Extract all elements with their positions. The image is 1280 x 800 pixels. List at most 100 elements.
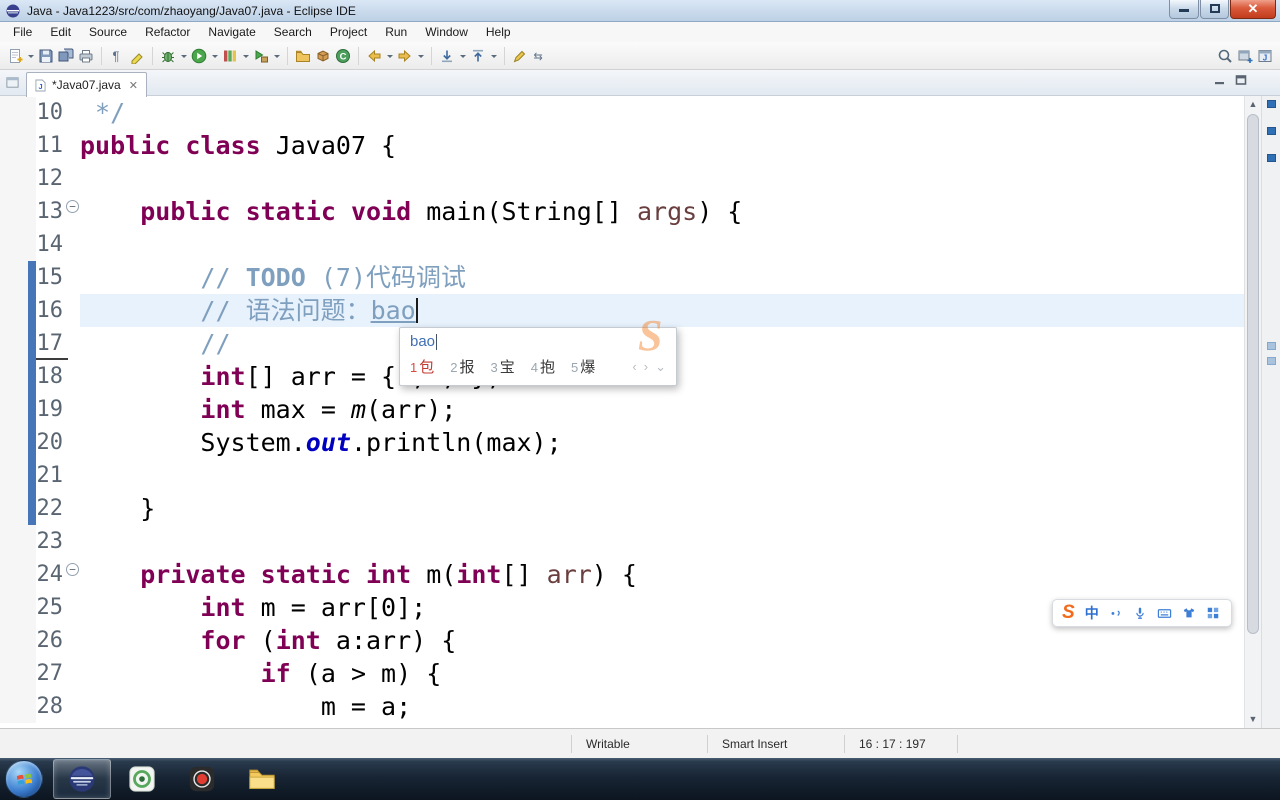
annotation-ruler-cell[interactable] [0, 228, 28, 261]
code-line[interactable] [80, 228, 1280, 261]
line-number[interactable]: 21 [36, 459, 68, 492]
view-minimize-icon[interactable] [1214, 74, 1226, 86]
run-icon[interactable] [190, 47, 208, 65]
save-all-icon[interactable] [57, 47, 75, 65]
menu-window[interactable]: Window [416, 23, 477, 41]
link-with-editor-icon[interactable]: ⇆ [531, 47, 549, 65]
annotation-ruler-cell[interactable] [0, 327, 28, 360]
code-line[interactable] [80, 459, 1280, 492]
taskbar-app-screen-tool[interactable] [113, 759, 171, 799]
annotation-ruler-cell[interactable] [0, 261, 28, 294]
line-number[interactable]: 23 [36, 525, 68, 558]
menu-navigate[interactable]: Navigate [199, 23, 264, 41]
scrollbar-thumb[interactable] [1247, 114, 1259, 634]
menu-search[interactable]: Search [265, 23, 321, 41]
annotation-ruler-cell[interactable] [0, 294, 28, 327]
scroll-down-icon[interactable]: ▼ [1245, 711, 1261, 728]
taskbar-app-explorer[interactable] [233, 759, 291, 799]
vertical-scrollbar[interactable]: ▲ ▼ [1244, 96, 1261, 728]
ime-candidate-1[interactable]: 1包 [410, 356, 434, 377]
annotation-marker[interactable] [1267, 127, 1276, 135]
line-number[interactable]: 25 [36, 591, 68, 624]
code-line[interactable]: m = a; [80, 690, 1280, 723]
ime-next-page-icon[interactable]: › [644, 359, 648, 374]
tab-close-icon[interactable]: ✕ [129, 79, 138, 92]
code-line[interactable] [80, 525, 1280, 558]
code-line[interactable]: public class Java07 { [80, 129, 1280, 162]
line-number[interactable]: 28 [36, 690, 68, 723]
dropdown-arrow-icon[interactable] [26, 47, 35, 65]
new-class-icon[interactable]: C [334, 47, 352, 65]
next-annotation-icon[interactable] [438, 47, 456, 65]
dropdown-arrow-icon[interactable] [179, 47, 188, 65]
java-perspective-icon[interactable]: J [1256, 47, 1274, 65]
code-line[interactable]: // TODO (7)代码调试 [80, 261, 1280, 294]
dropdown-arrow-icon[interactable] [489, 47, 498, 65]
close-button[interactable]: ✕ [1230, 0, 1276, 19]
ime-candidate-5[interactable]: 5爆 [571, 356, 595, 377]
sogou-toolbox-icon[interactable] [1206, 606, 1220, 621]
code-line[interactable]: } [80, 492, 1280, 525]
last-edit-location-icon[interactable] [511, 47, 529, 65]
new-package-icon[interactable] [314, 47, 332, 65]
minimize-button[interactable] [1169, 0, 1199, 19]
menu-source[interactable]: Source [80, 23, 136, 41]
mark-occurrences-icon[interactable] [128, 47, 146, 65]
external-tools-icon[interactable] [252, 47, 270, 65]
annotation-ruler-cell[interactable] [0, 96, 28, 129]
code-line[interactable]: for (int a:arr) { [80, 624, 1280, 657]
line-number[interactable]: 26 [36, 624, 68, 657]
annotation-ruler-cell[interactable] [0, 591, 28, 624]
line-number[interactable]: 15 [36, 261, 68, 294]
scroll-up-icon[interactable]: ▲ [1245, 96, 1261, 113]
tab-java07[interactable]: J *Java07.java ✕ [26, 72, 147, 97]
forward-icon[interactable] [396, 47, 414, 65]
code-editor[interactable]: 10 */11 public class Java07 {12 13− public… [0, 96, 1280, 728]
line-number[interactable]: 24 [36, 558, 68, 591]
new-java-project-icon[interactable] [294, 47, 312, 65]
annotation-ruler-cell[interactable] [0, 129, 28, 162]
chinese-mode-indicator[interactable]: 中 [1085, 603, 1099, 623]
annotation-ruler-cell[interactable] [0, 690, 28, 723]
code-line[interactable]: System.out.println(max); [80, 426, 1280, 459]
back-icon[interactable] [365, 47, 383, 65]
dropdown-arrow-icon[interactable] [416, 47, 425, 65]
sogou-skin-icon[interactable] [1182, 606, 1196, 621]
maximize-button[interactable] [1200, 0, 1229, 19]
sogou-keyboard-icon[interactable] [1157, 606, 1172, 621]
annotation-ruler-cell[interactable] [0, 360, 28, 393]
code-line[interactable]: */ [80, 96, 1280, 129]
search-icon[interactable] [1216, 47, 1234, 65]
dropdown-arrow-icon[interactable] [458, 47, 467, 65]
open-perspective-icon[interactable] [1236, 47, 1254, 65]
annotation-ruler-cell[interactable] [0, 162, 28, 195]
menu-project[interactable]: Project [321, 23, 376, 41]
taskbar-app-eclipse[interactable] [53, 759, 111, 799]
annotation-marker[interactable] [1267, 342, 1276, 350]
ime-prev-page-icon[interactable]: ‹ [632, 359, 636, 374]
line-number[interactable]: 20 [36, 426, 68, 459]
menu-refactor[interactable]: Refactor [136, 23, 199, 41]
annotation-ruler-cell[interactable] [0, 558, 28, 591]
menu-help[interactable]: Help [477, 23, 520, 41]
sogou-punctuation-icon[interactable] [1109, 606, 1123, 621]
annotation-ruler-cell[interactable] [0, 195, 28, 228]
annotation-marker[interactable] [1267, 357, 1276, 365]
annotation-ruler-cell[interactable] [0, 525, 28, 558]
start-button[interactable] [5, 760, 43, 798]
annotation-ruler-cell[interactable] [0, 393, 28, 426]
annotation-marker[interactable] [1267, 100, 1276, 108]
annotation-ruler-cell[interactable] [0, 492, 28, 525]
code-line[interactable] [80, 162, 1280, 195]
line-number[interactable]: 18 [36, 360, 68, 393]
code-line[interactable]: private static int m(int[] arr) { [80, 558, 1280, 591]
ime-candidate-4[interactable]: 4抱 [531, 356, 555, 377]
line-number[interactable]: 22 [36, 492, 68, 525]
save-icon[interactable] [37, 47, 55, 65]
line-number[interactable]: 11 [36, 129, 68, 162]
view-maximize-icon[interactable] [1235, 74, 1247, 86]
annotation-ruler-cell[interactable] [0, 624, 28, 657]
line-number[interactable]: 13 [36, 195, 68, 228]
menu-file[interactable]: File [4, 23, 41, 41]
dropdown-arrow-icon[interactable] [210, 47, 219, 65]
